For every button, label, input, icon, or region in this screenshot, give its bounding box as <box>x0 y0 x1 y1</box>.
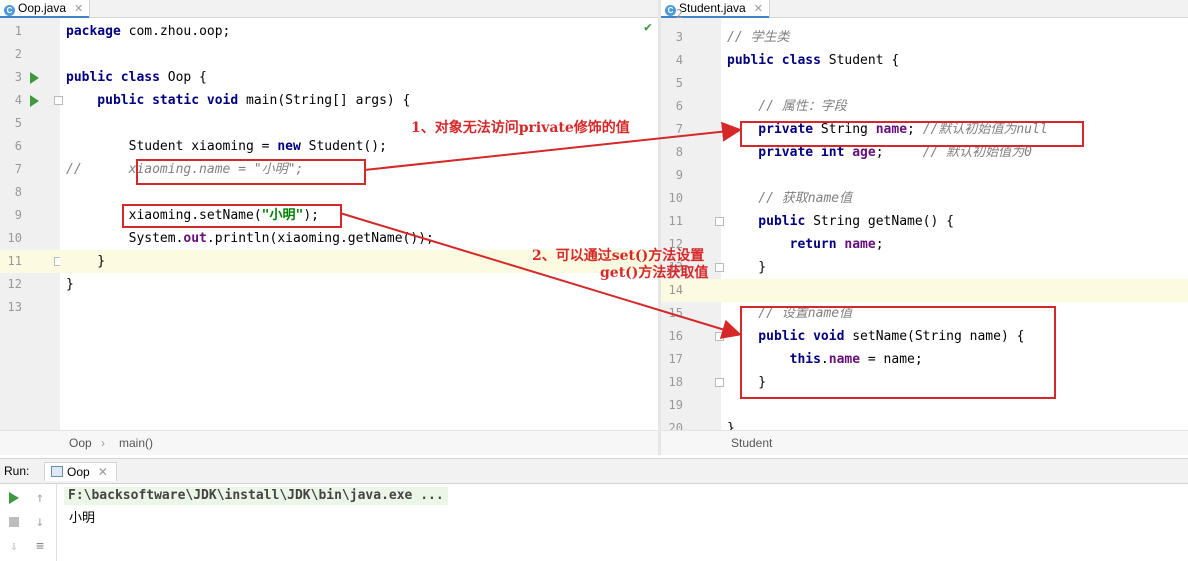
console-command-line: F:\backsoftware\JDK\install\JDK\bin\java… <box>64 487 448 505</box>
console-icon <box>51 466 63 477</box>
arrow-down-icon[interactable]: ↓ <box>32 514 48 530</box>
run-tab-oop[interactable]: Oop ✕ <box>44 462 117 481</box>
pin-icon[interactable]: ⇩ <box>6 538 22 554</box>
run-label: Run: <box>4 464 30 478</box>
annotation-note-1: 1、对象无法访问private修饰的值 <box>411 120 630 136</box>
run-tab-label: Oop <box>67 465 90 479</box>
run-toolbar: ↑ ↓ ⇩ ≡ <box>0 484 57 561</box>
run-header: Run: Oop ✕ <box>0 459 1188 484</box>
rerun-icon[interactable] <box>6 490 22 506</box>
console-output-line: 小明 <box>69 511 96 526</box>
arrow-up-icon[interactable]: ↑ <box>32 490 48 506</box>
stop-icon[interactable] <box>6 514 22 530</box>
close-icon[interactable]: ✕ <box>98 465 108 479</box>
run-tool-window: Run: Oop ✕ ↑ ↓ ⇩ ≡ F:\backsoftware\JDK\in… <box>0 458 1188 561</box>
wrap-icon[interactable]: ≡ <box>32 538 48 554</box>
annotation-note-2-line-2: get()方法获取值 <box>600 265 709 281</box>
